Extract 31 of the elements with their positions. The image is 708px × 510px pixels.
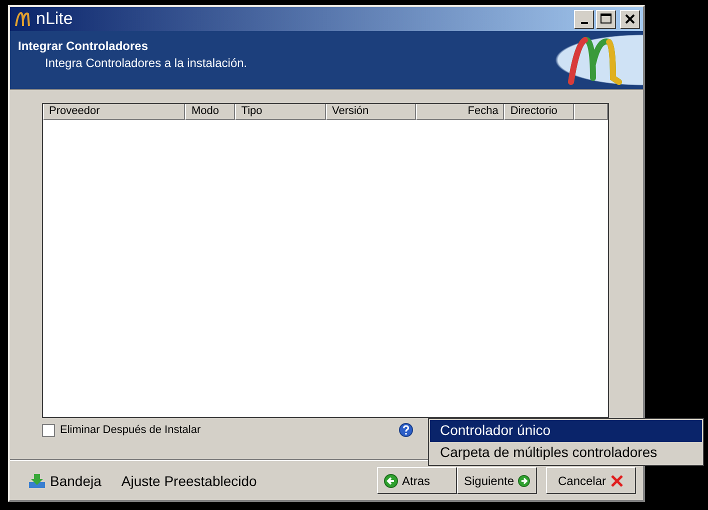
column-header[interactable]	[574, 104, 608, 120]
back-arrow-icon	[384, 474, 398, 488]
app-logo-icon	[13, 10, 31, 28]
close-icon	[610, 474, 624, 488]
menu-item[interactable]: Controlador único	[430, 420, 702, 442]
column-header[interactable]: Tipo	[235, 104, 326, 120]
page-title: Integrar Controladores	[18, 39, 150, 53]
checkbox-label: Eliminar Después de Instalar	[60, 424, 201, 436]
maximize-button[interactable]	[596, 10, 616, 28]
menu-item[interactable]: Carpeta de múltiples controladores	[430, 442, 702, 464]
minimize-button[interactable]	[574, 10, 594, 28]
driver-list[interactable]: Proveedor Modo Tipo Versión Fecha Directorio	[42, 103, 609, 418]
close-button[interactable]	[620, 10, 640, 28]
close-icon	[625, 14, 635, 24]
next-button[interactable]: Siguiente	[457, 467, 537, 494]
column-header[interactable]: Proveedor	[43, 104, 186, 120]
column-header[interactable]: Fecha	[416, 104, 504, 120]
page-subtitle: Integra Controladores a la instalación.	[45, 56, 248, 70]
minimize-icon	[580, 22, 588, 24]
column-header[interactable]: Directorio	[504, 104, 574, 120]
maximize-icon	[600, 13, 612, 25]
column-header[interactable]: Modo	[185, 104, 236, 120]
checkbox[interactable]	[42, 424, 55, 436]
column-header[interactable]: Versión	[326, 104, 416, 120]
preset-button[interactable]: Ajuste Preestablecido	[121, 472, 257, 488]
help-icon[interactable]	[398, 423, 413, 437]
window-title: nLite	[36, 9, 74, 29]
tray-button[interactable]: Bandeja	[28, 472, 102, 488]
back-button[interactable]: Atras	[377, 467, 457, 494]
download-tray-icon	[28, 472, 46, 488]
cancel-button[interactable]: Cancelar	[546, 467, 636, 494]
